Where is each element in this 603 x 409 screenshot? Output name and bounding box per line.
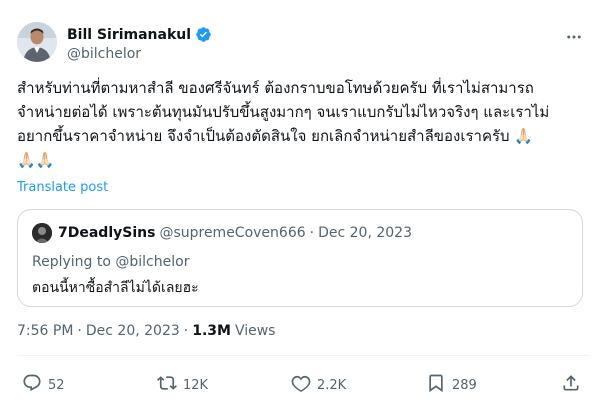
reply-count: 52 [48, 377, 65, 393]
repost-icon [157, 373, 177, 397]
quoted-author-avatar[interactable] [32, 223, 52, 243]
bookmark-icon [426, 373, 446, 397]
tweet-text: สำหรับท่านที่ตามหาสำลี ของศรีจันทร์ ต้อง… [17, 79, 550, 169]
bookmark-button[interactable]: 289 [426, 373, 477, 397]
meta-separator-2: · [183, 323, 189, 339]
quoted-author-handle: @supremeCoven666 [159, 225, 306, 241]
replying-handle: @bilchelor [115, 254, 190, 270]
repost-button[interactable]: 12K [157, 373, 208, 397]
views-count: 1.3M [192, 323, 231, 339]
verified-badge-icon [195, 26, 212, 43]
repost-count: 12K [183, 377, 209, 393]
bookmark-count: 289 [452, 377, 477, 393]
quoted-tweet-text: ตอนนี้หาซื้อสำลีไม่ได้เลยฮะ [32, 280, 199, 296]
share-button[interactable] [561, 373, 581, 397]
tweet-meta: 7:56 PM · Dec 20, 2023 · 1.3M Views [17, 323, 275, 339]
quoted-tweet[interactable]: 7DeadlySins @supremeCoven666 · Dec 20, 2… [17, 209, 583, 307]
quoted-tweet-header: 7DeadlySins @supremeCoven666 · Dec 20, 2… [32, 223, 412, 243]
replying-prefix: Replying to [32, 254, 116, 270]
quoted-author-name: 7DeadlySins [58, 225, 156, 241]
like-count: 2.2K [317, 377, 347, 393]
like-button[interactable]: 2.2K [291, 373, 346, 397]
tweet: Bill Sirimanakul @bilchelor สำหรับท่านที… [0, 0, 603, 409]
author-display-name[interactable]: Bill Sirimanakul [67, 27, 191, 43]
reply-icon [22, 373, 42, 397]
translate-post-link[interactable]: Translate post [17, 180, 108, 195]
quoted-replying-to: Replying to @bilchelor [32, 254, 189, 270]
like-icon [291, 373, 311, 397]
views-label: Views [234, 323, 276, 339]
author-handle[interactable]: @bilchelor [67, 46, 141, 62]
quoted-date: Dec 20, 2023 [318, 225, 412, 241]
more-icon[interactable] [562, 27, 586, 47]
tweet-time[interactable]: 7:56 PM [17, 323, 73, 339]
tweet-date[interactable]: Dec 20, 2023 [86, 323, 180, 339]
divider [17, 355, 589, 356]
reply-button[interactable]: 52 [22, 373, 65, 397]
quoted-separator: · [309, 225, 315, 241]
author-avatar[interactable] [17, 22, 57, 62]
meta-separator: · [77, 323, 82, 339]
author-name-row: Bill Sirimanakul [67, 26, 212, 43]
share-icon [561, 373, 581, 397]
